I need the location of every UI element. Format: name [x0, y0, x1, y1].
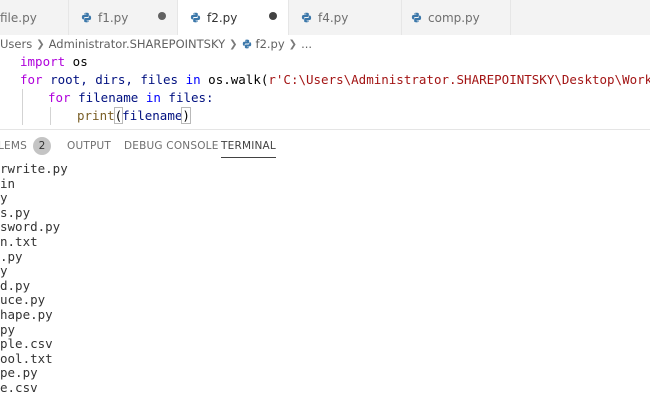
code-text: files: — [160, 90, 214, 105]
tab-problems[interactable]: LEMS 2 — [0, 130, 52, 162]
indent-guide — [50, 107, 51, 125]
terminal-line: pe.py — [0, 365, 38, 381]
terminal-line: n.txt — [0, 234, 38, 249]
unsaved-dot-icon[interactable] — [158, 12, 166, 20]
terminal-line: rwrite.py — [0, 161, 68, 176]
terminal-line: y — [0, 263, 8, 279]
code-text: os — [65, 54, 88, 69]
terminal-line: ool.txt — [0, 350, 53, 366]
tab-file-py[interactable]: file.py — [0, 0, 68, 35]
tab-terminal[interactable]: TERMINAL — [221, 130, 276, 162]
panel-tab-bar: LEMS 2 OUTPUT DEBUG CONSOLE TERMINAL — [0, 130, 650, 162]
python-icon — [81, 12, 92, 23]
terminal-line: d.py — [0, 277, 31, 293]
tab-comp-py[interactable]: comp.py — [402, 0, 510, 35]
code-editor[interactable]: import os for root, dirs, files in os.wa… — [0, 53, 650, 126]
terminal-line: uce.py — [0, 292, 46, 308]
tab-separator — [510, 0, 511, 35]
chevron-right-icon: ❯ — [288, 38, 298, 50]
tab-debug-console[interactable]: DEBUG CONSOLE — [124, 130, 219, 162]
code-function: print — [77, 108, 115, 123]
terminal-line: sword.py — [0, 219, 61, 235]
keyword-in: in — [185, 72, 201, 87]
terminal-line: s.py — [0, 204, 31, 220]
breadcrumb-item-symbols[interactable]: ... — [301, 37, 312, 51]
tab-label: TERMINAL — [221, 140, 276, 152]
python-icon — [190, 12, 201, 23]
breadcrumb: Users ❯ Administrator.SHAREPOINTSKY ❯ f2… — [0, 35, 650, 53]
python-icon — [411, 12, 422, 23]
text-cursor — [189, 108, 191, 123]
keyword-for: for — [20, 72, 43, 87]
code-vars: root, dirs, files — [42, 72, 186, 87]
terminal-line: y — [0, 190, 8, 206]
code-line-4: print(filename) — [77, 107, 191, 125]
tab-label: comp.py — [428, 10, 480, 25]
tab-label: LEMS — [0, 140, 28, 152]
tab-label: f2.py — [207, 10, 238, 25]
breadcrumb-item-user-folder[interactable]: Administrator.SHAREPOINTSKY — [49, 37, 226, 51]
code-line-1: import os — [20, 53, 88, 71]
unsaved-dot-icon[interactable] — [269, 12, 277, 20]
code-paren: ) — [181, 107, 191, 124]
breadcrumb-item-users[interactable]: Users — [0, 37, 32, 51]
terminal-line: py — [0, 321, 16, 337]
tab-label: file.py — [0, 10, 37, 25]
code-line-3: for filename in files: — [48, 89, 214, 107]
code-call: os.walk( — [200, 72, 269, 87]
breadcrumb-item-file[interactable]: f2.py — [256, 37, 285, 51]
keyword-for: for — [48, 90, 71, 105]
code-var: filename — [70, 90, 146, 105]
tab-f1-py[interactable]: f1.py — [69, 0, 177, 35]
python-icon — [301, 12, 312, 23]
terminal-line: ple.csv — [0, 336, 53, 352]
tab-f4-py[interactable]: f4.py — [289, 0, 401, 35]
tab-label: OUTPUT — [67, 140, 111, 152]
code-line-2: for root, dirs, files in os.walk(r'C:\Us… — [20, 71, 650, 89]
code-string: r'C:\Users\Administrator.SHAREPOINTSKY\D… — [268, 72, 650, 87]
tab-label: f4.py — [318, 10, 349, 25]
chevron-right-icon: ❯ — [229, 38, 238, 50]
tab-output[interactable]: OUTPUT — [67, 130, 111, 162]
terminal-line: in — [0, 175, 16, 191]
terminal-line: hape.py — [0, 307, 53, 322]
keyword-in: in — [145, 90, 161, 105]
tab-label: f1.py — [98, 10, 129, 25]
keyword-import: import — [20, 54, 66, 69]
chevron-right-icon: ❯ — [36, 38, 45, 50]
terminal-line: e.csv — [0, 380, 38, 395]
tab-label: DEBUG CONSOLE — [124, 140, 219, 152]
python-icon — [242, 39, 251, 49]
terminal-output[interactable]: rwrite.py in y s.py sword.py n.txt .py y… — [0, 161, 650, 400]
terminal-line: .py — [0, 248, 23, 264]
tab-f2-py[interactable]: f2.py — [178, 0, 288, 35]
problems-count-badge: 2 — [33, 137, 52, 155]
code-arg: filename — [122, 108, 183, 123]
editor-tab-bar: file.py f1.py f2.py f4.py comp.py — [0, 0, 650, 35]
indent-guide — [22, 89, 23, 125]
